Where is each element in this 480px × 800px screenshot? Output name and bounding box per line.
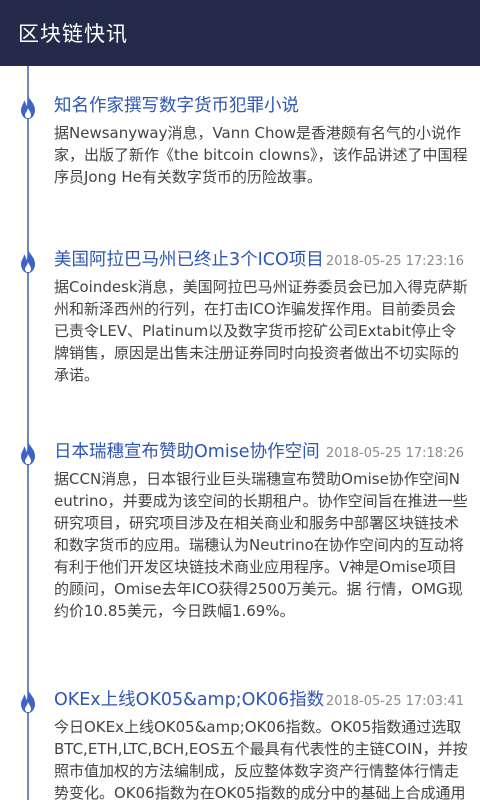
news-title[interactable]: 日本瑞穗宣布赞助Omise协作空间 [54, 438, 468, 466]
news-body: 据Newsanyway消息，Vann Chow是香港颇有名气的小说作家，出版了新… [54, 124, 468, 186]
news-body: 据Coindesk消息，美国阿拉巴马州证券委员会已加入得克萨斯州和新泽西州的行列… [54, 278, 468, 384]
news-title[interactable]: OKEx上线OK05&amp;OK06指数 [54, 686, 468, 714]
app-header: 区块链快讯 [0, 0, 480, 66]
page-title: 区块链快讯 [18, 22, 128, 46]
news-item[interactable]: OKEx上线OK05&amp;OK06指数 今日OKEx上线OK05&amp;O… [0, 686, 480, 800]
news-title[interactable]: 知名作家撰写数字货币犯罪小说 [54, 92, 468, 120]
flame-icon [21, 441, 35, 465]
news-item[interactable]: 知名作家撰写数字货币犯罪小说 据Newsanyway消息，Vann Chow是香… [0, 92, 480, 269]
news-body: 据CCN消息，日本银行业巨头瑞穗宣布赞助Omise协作空间Neutrino，并要… [54, 470, 468, 620]
news-item[interactable]: 美国阿拉巴马州已终止3个ICO项目 据Coindesk消息，美国阿拉巴马州证券委… [0, 246, 480, 461]
flame-icon [21, 249, 35, 273]
news-item[interactable]: 日本瑞穗宣布赞助Omise协作空间 据CCN消息，日本银行业巨头瑞穗宣布赞助Om… [0, 438, 480, 709]
flame-icon [21, 95, 35, 119]
news-title[interactable]: 美国阿拉巴马州已终止3个ICO项目 [54, 246, 468, 274]
news-feed[interactable]: 知名作家撰写数字货币犯罪小说 据Newsanyway消息，Vann Chow是香… [0, 66, 480, 800]
news-body: 今日OKEx上线OK05&amp;OK06指数。OK05指数通过选取BTC,ET… [54, 718, 468, 800]
flame-icon [21, 689, 35, 713]
